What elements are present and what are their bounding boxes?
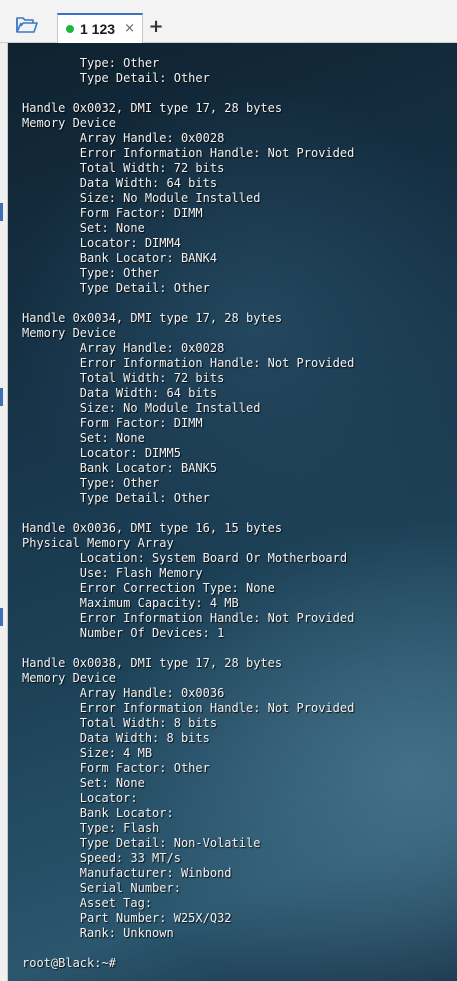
folder-icon [16,17,38,33]
terminal-output: Type: Other Type Detail: Other Handle 0x… [22,56,355,970]
open-session-button[interactable] [14,14,40,36]
panel-marker [0,203,3,221]
terminal-view[interactable]: Type: Other Type Detail: Other Handle 0x… [8,43,457,981]
tab-session-1[interactable]: 1 123 × [57,13,143,43]
panel-marker [0,388,3,406]
panel-marker [0,608,3,626]
left-side-panel [0,43,8,981]
connected-dot-icon [66,25,74,33]
tab-bar: 1 123 × + [0,0,457,43]
add-tab-button[interactable]: + [148,16,164,37]
tab-close-icon[interactable]: × [124,21,135,36]
tab-title: 1 123 [80,21,116,37]
